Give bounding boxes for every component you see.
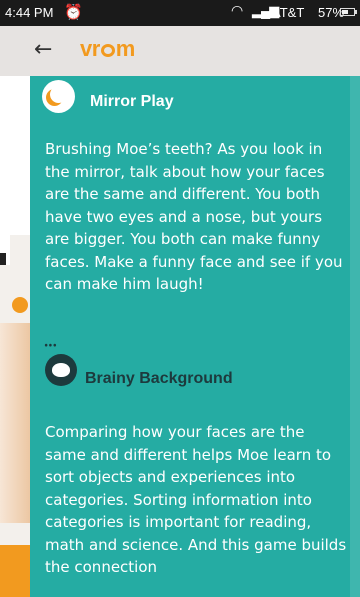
app-bar: ← vr m bbox=[0, 26, 360, 76]
status-time: 4:44 PM bbox=[5, 5, 54, 20]
background-photo-badge bbox=[12, 297, 28, 313]
brain-icon bbox=[45, 354, 77, 386]
logo-text-start: vr bbox=[80, 36, 100, 61]
battery-tip bbox=[355, 10, 357, 14]
moon-icon bbox=[42, 80, 75, 113]
status-bar: 4:44 PM ⏰ ◠ ▂▄▆ AT&T 57% bbox=[0, 0, 360, 26]
background-photo-face bbox=[0, 323, 30, 523]
logo-text-end: m bbox=[115, 36, 136, 61]
alarm-clock-icon: ⏰ bbox=[64, 4, 83, 21]
back-arrow-icon[interactable]: ← bbox=[34, 39, 52, 61]
brainy-background-description: Comparing how your faces are the same an… bbox=[45, 423, 347, 576]
moon-shape bbox=[50, 86, 67, 103]
battery-fill bbox=[342, 10, 349, 14]
battery-icon bbox=[340, 8, 355, 16]
background-photo bbox=[0, 235, 30, 597]
activity-description: Brushing Moe’s teeth? As you look in the… bbox=[45, 140, 343, 293]
wifi-icon: ◠ bbox=[231, 2, 244, 18]
card-edge bbox=[350, 76, 360, 597]
carrier-name: AT&T bbox=[272, 5, 305, 20]
brainy-background-title: Brainy Background bbox=[85, 370, 233, 387]
brain-shape bbox=[52, 363, 70, 377]
logo-o-mark bbox=[100, 44, 115, 57]
activity-title: Mirror Play bbox=[90, 93, 174, 110]
background-photo-button bbox=[0, 545, 30, 597]
brain-rays-icon: ⸱⸱⸱ bbox=[44, 336, 57, 355]
activity-card[interactable]: Mirror Play Brushing Moe’s teeth? As you… bbox=[30, 76, 360, 597]
background-photo-tab bbox=[0, 253, 6, 265]
vroom-logo: vr m bbox=[80, 36, 135, 62]
